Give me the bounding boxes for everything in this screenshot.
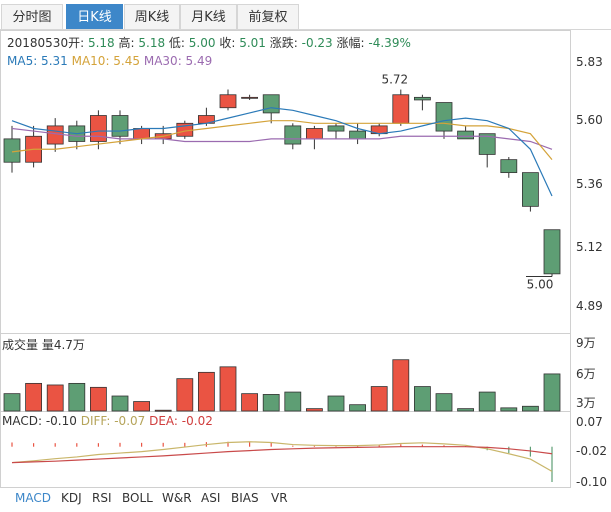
candle-body	[3, 138, 21, 163]
volume-tick: 6万	[576, 367, 596, 381]
volume-bar	[262, 394, 280, 412]
price-tick: 5.60	[576, 113, 603, 127]
volume-bar	[3, 393, 21, 412]
macd-marks	[11, 441, 553, 482]
candle-body	[435, 102, 453, 132]
volume-bar	[435, 393, 453, 412]
dea-value-label: DEA: -0.02	[149, 414, 213, 428]
volume-bar	[133, 401, 151, 412]
volume-axis: 9万 6万 3万	[576, 336, 596, 410]
indicator-tab-asi[interactable]: ASI	[201, 491, 220, 505]
macd-tick: -0.02	[576, 444, 607, 458]
macd-legend: MACD: -0.10 DIFF: -0.07 DEA: -0.02	[2, 414, 213, 428]
volume-bar	[176, 378, 194, 412]
indicator-tab-vr[interactable]: VR	[271, 491, 288, 505]
indicator-tab-bias[interactable]: BIAS	[231, 491, 259, 505]
indicator-tab-rsi[interactable]: RSI	[92, 491, 112, 505]
volume-bar	[500, 407, 518, 412]
volume-bar	[543, 373, 561, 412]
indicator-tab-boll[interactable]: BOLL	[122, 491, 153, 505]
candle-body	[305, 128, 323, 140]
price-panel-frame	[0, 30, 571, 334]
candle-body	[543, 229, 561, 275]
price-tick: 4.89	[576, 299, 603, 313]
volume-bar	[413, 386, 431, 412]
candle-body	[262, 94, 280, 114]
volume-bar	[349, 404, 367, 412]
candle-body	[241, 96, 259, 99]
volume-tick: 9万	[576, 336, 596, 350]
macd-value-label: MACD: -0.10	[2, 414, 77, 428]
candle-body	[392, 94, 410, 124]
volume-bar	[305, 408, 323, 412]
macd-axis: 0.07 -0.02 -0.10	[576, 415, 607, 489]
price-tick: 5.83	[576, 55, 603, 69]
diff-line	[11, 441, 553, 472]
candle-body	[284, 125, 302, 145]
price-axis: 5.83 5.60 5.36 5.12 4.89	[576, 55, 603, 313]
candle-body	[90, 115, 107, 142]
volume-bar	[392, 359, 410, 412]
candle-body	[327, 125, 345, 132]
price-marks	[3, 89, 561, 277]
macd-tick: -0.10	[576, 475, 607, 489]
candle-body	[111, 115, 129, 137]
volume-bar	[25, 382, 43, 412]
volume-bar	[457, 408, 475, 412]
price-tick: 5.36	[576, 177, 603, 191]
volume-bar	[46, 384, 64, 412]
volume-bar	[478, 391, 496, 412]
candle-body	[457, 130, 475, 140]
volume-bar	[90, 386, 107, 412]
candle-body	[349, 130, 367, 140]
low-annotation: 5.00	[527, 277, 554, 291]
high-annotation: 5.72	[381, 73, 408, 87]
volume-bar	[522, 405, 539, 412]
candle-body	[522, 172, 539, 207]
volume-bar	[154, 409, 172, 412]
volume-bar	[219, 366, 237, 412]
kline-chart[interactable]: 5.83 5.60 5.36 5.12 4.89 9万 6万 3万 0.07 -…	[0, 0, 611, 512]
indicator-tab-kdj[interactable]: KDJ	[61, 491, 82, 505]
volume-bar	[370, 386, 388, 412]
volume-label: 成交量 量4.7万	[2, 338, 85, 352]
diff-value-label: DIFF: -0.07	[80, 414, 146, 428]
macd-tick: 0.07	[576, 415, 603, 429]
indicator-tab-macd[interactable]: MACD	[15, 491, 51, 505]
volume-bar	[197, 371, 215, 412]
price-tick: 5.12	[576, 240, 603, 254]
volume-bar	[327, 395, 345, 412]
volume-bar	[284, 391, 302, 412]
volume-bar	[68, 382, 86, 412]
candle-body	[46, 125, 64, 145]
volume-marks	[3, 359, 561, 412]
indicator-tab-wr[interactable]: W&R	[162, 491, 192, 505]
volume-tick: 3万	[576, 396, 596, 410]
candle-body	[500, 159, 518, 174]
candle-body	[413, 96, 431, 101]
volume-bar	[111, 395, 129, 412]
volume-bar	[241, 393, 259, 412]
candle-body	[133, 128, 151, 140]
candle-body	[219, 94, 237, 109]
indicator-tabs: MACD KDJ RSI BOLL W&R ASI BIAS VR	[0, 488, 611, 508]
